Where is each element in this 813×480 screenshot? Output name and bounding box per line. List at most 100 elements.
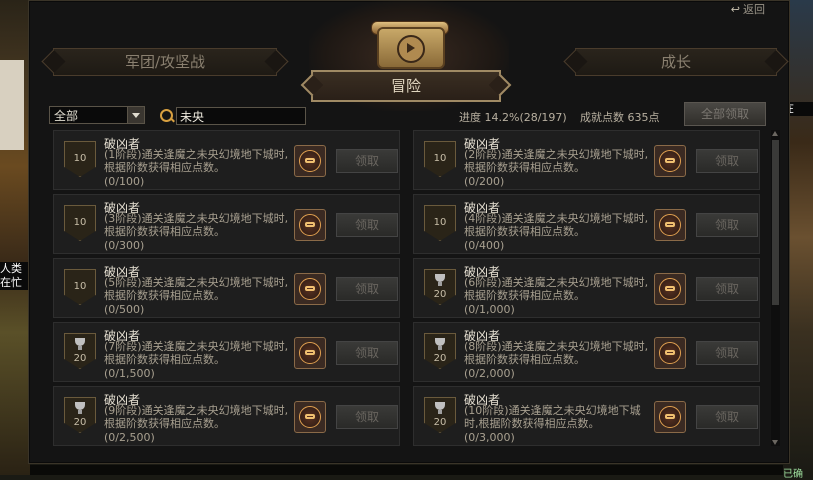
- claim-button[interactable]: 领取: [336, 149, 398, 173]
- background-status-label: 已确: [783, 469, 803, 480]
- level-shield-icon: 20: [424, 269, 456, 305]
- achievement-progress: (0/3,000): [464, 431, 515, 444]
- claim-button[interactable]: 领取: [696, 341, 758, 365]
- achievement-level: 20: [433, 289, 447, 300]
- achievement-card: 20 破凶者 (6阶段)通关逢魔之未央幻境地下城时,根据阶数获得相应点数。 (0/1,…: [413, 258, 760, 318]
- achievement-list: 10 破凶者 (1阶段)通关逢魔之未央幻境地下城时,根据阶数获得相应点数。 (0/10…: [49, 130, 773, 446]
- achievement-level: 10: [73, 281, 87, 292]
- achievement-card: 10 破凶者 (2阶段)通关逢魔之未央幻境地下城时,根据阶数获得相应点数。 (0/20…: [413, 130, 760, 190]
- achievement-progress: (0/500): [104, 303, 145, 316]
- claim-button[interactable]: 领取: [336, 277, 398, 301]
- background-chat-label: 人类 在忙: [0, 262, 30, 290]
- claim-button[interactable]: 领取: [696, 213, 758, 237]
- achievement-emblem-icon[interactable]: [654, 337, 686, 369]
- achievement-description: (2阶段)通关逢魔之未央幻境地下城时,根据阶数获得相应点数。: [464, 148, 649, 174]
- game-background-left: 人类 在忙: [0, 0, 30, 475]
- achievement-description: (8阶段)通关逢魔之未央幻境地下城时,根据阶数获得相应点数。: [464, 340, 649, 366]
- level-shield-icon: 20: [64, 333, 96, 369]
- category-dropdown-value: 全部: [54, 109, 79, 123]
- achievement-level: 10: [433, 153, 447, 164]
- achievement-level: 10: [73, 153, 87, 164]
- achievement-progress: (0/300): [104, 239, 145, 252]
- level-shield-icon: 10: [64, 141, 96, 177]
- claim-button[interactable]: 领取: [696, 149, 758, 173]
- claim-all-button[interactable]: 全部领取: [684, 102, 766, 126]
- achievement-description: (4阶段)通关逢魔之未央幻境地下城时,根据阶数获得相应点数。: [464, 212, 649, 238]
- achievement-progress: (0/2,500): [104, 431, 155, 444]
- background-banner: [0, 60, 24, 150]
- achievement-level: 20: [73, 417, 87, 428]
- trophy-icon: [75, 402, 85, 414]
- level-shield-icon: 10: [64, 205, 96, 241]
- trophy-icon: [435, 402, 445, 414]
- back-button[interactable]: ↩ 返回: [731, 1, 765, 17]
- claim-button[interactable]: 领取: [336, 405, 398, 429]
- achievement-card: 10 破凶者 (3阶段)通关逢魔之未央幻境地下城时,根据阶数获得相应点数。 (0/30…: [53, 194, 400, 254]
- progress-text: 进度 14.2%(28/197): [459, 111, 567, 124]
- scroll-compass-icon: [371, 13, 449, 73]
- game-bottom-bar: [30, 465, 783, 475]
- achievement-emblem-icon[interactable]: [654, 273, 686, 305]
- achievement-level: 20: [73, 353, 87, 364]
- scroll-up-icon[interactable]: [772, 131, 778, 136]
- achievement-emblem-icon[interactable]: [654, 401, 686, 433]
- return-arrow-icon: ↩: [730, 3, 740, 16]
- achievement-description: (7阶段)通关逢魔之未央幻境地下城时,根据阶数获得相应点数。: [104, 340, 289, 366]
- achievement-progress: (0/100): [104, 175, 145, 188]
- search-input[interactable]: [176, 107, 306, 125]
- trophy-icon: [435, 338, 445, 350]
- achievement-level: 20: [433, 417, 447, 428]
- level-shield-icon: 10: [424, 205, 456, 241]
- achievement-description: (10阶段)通关逢魔之未央幻境地下城时,根据阶数获得相应点数。: [464, 404, 641, 430]
- achievement-progress: (0/400): [464, 239, 505, 252]
- scroll-down-icon[interactable]: [772, 440, 778, 445]
- tab-growth[interactable]: 成长: [575, 48, 777, 76]
- level-shield-icon: 10: [64, 269, 96, 305]
- achievement-emblem-icon[interactable]: [294, 209, 326, 241]
- achievement-description: (6阶段)通关逢魔之未央幻境地下城时,根据阶数获得相应点数。: [464, 276, 649, 302]
- achievement-description: (5阶段)通关逢魔之未央幻境地下城时,根据阶数获得相应点数。: [104, 276, 289, 302]
- achievement-progress: (0/2,000): [464, 367, 515, 380]
- claim-button[interactable]: 领取: [696, 405, 758, 429]
- achievement-description: (3阶段)通关逢魔之未央幻境地下城时,根据阶数获得相应点数。: [104, 212, 289, 238]
- claim-button[interactable]: 领取: [336, 341, 398, 365]
- achievement-emblem-icon[interactable]: [654, 145, 686, 177]
- achievement-description: (1阶段)通关逢魔之未央幻境地下城时,根据阶数获得相应点数。: [104, 148, 289, 174]
- tab-adventure[interactable]: 冒险: [311, 70, 501, 102]
- trophy-icon: [75, 338, 85, 350]
- achievement-card: 20 破凶者 (10阶段)通关逢魔之未央幻境地下城时,根据阶数获得相应点数。 (0/3…: [413, 386, 760, 446]
- achievement-level: 20: [433, 353, 447, 364]
- search-icon: [160, 109, 173, 122]
- level-shield-icon: 10: [424, 141, 456, 177]
- achievement-window: ↩返回 军团/攻坚战 成长 冒险 全部 进度 14.2%(28/197) 成就点…: [28, 0, 790, 464]
- achievement-card: 20 破凶者 (9阶段)通关逢魔之未央幻境地下城时,根据阶数获得相应点数。 (0/2,…: [53, 386, 400, 446]
- achievement-emblem-icon[interactable]: [294, 401, 326, 433]
- achievement-level: 10: [433, 217, 447, 228]
- achievement-emblem-icon[interactable]: [294, 145, 326, 177]
- back-label: 返回: [743, 3, 765, 16]
- achievement-emblem-icon[interactable]: [654, 209, 686, 241]
- achievement-card: 10 破凶者 (4阶段)通关逢魔之未央幻境地下城时,根据阶数获得相应点数。 (0/40…: [413, 194, 760, 254]
- achievement-progress: (0/1,500): [104, 367, 155, 380]
- achievement-progress: (0/1,000): [464, 303, 515, 316]
- scrollbar-thumb[interactable]: [772, 140, 779, 305]
- level-shield-icon: 20: [64, 397, 96, 433]
- achievement-level: 10: [73, 217, 87, 228]
- achievement-card: 20 破凶者 (8阶段)通关逢魔之未央幻境地下城时,根据阶数获得相应点数。 (0/2,…: [413, 322, 760, 382]
- achievement-card: 10 破凶者 (5阶段)通关逢魔之未央幻境地下城时,根据阶数获得相应点数。 (0/50…: [53, 258, 400, 318]
- category-dropdown[interactable]: 全部: [49, 106, 145, 124]
- achievement-points: 成就点数 635点: [580, 111, 660, 124]
- achievement-progress: (0/200): [464, 175, 505, 188]
- compass-icon: [397, 35, 425, 63]
- claim-button[interactable]: 领取: [336, 213, 398, 237]
- list-scrollbar[interactable]: [771, 130, 780, 446]
- achievement-card: 20 破凶者 (7阶段)通关逢魔之未央幻境地下城时,根据阶数获得相应点数。 (0/1,…: [53, 322, 400, 382]
- tab-legion[interactable]: 军团/攻坚战: [53, 48, 277, 76]
- achievement-emblem-icon[interactable]: [294, 273, 326, 305]
- claim-button[interactable]: 领取: [696, 277, 758, 301]
- achievement-description: (9阶段)通关逢魔之未央幻境地下城时,根据阶数获得相应点数。: [104, 404, 289, 430]
- achievement-emblem-icon[interactable]: [294, 337, 326, 369]
- level-shield-icon: 20: [424, 333, 456, 369]
- trophy-icon: [435, 274, 445, 286]
- chevron-down-icon[interactable]: [127, 107, 144, 123]
